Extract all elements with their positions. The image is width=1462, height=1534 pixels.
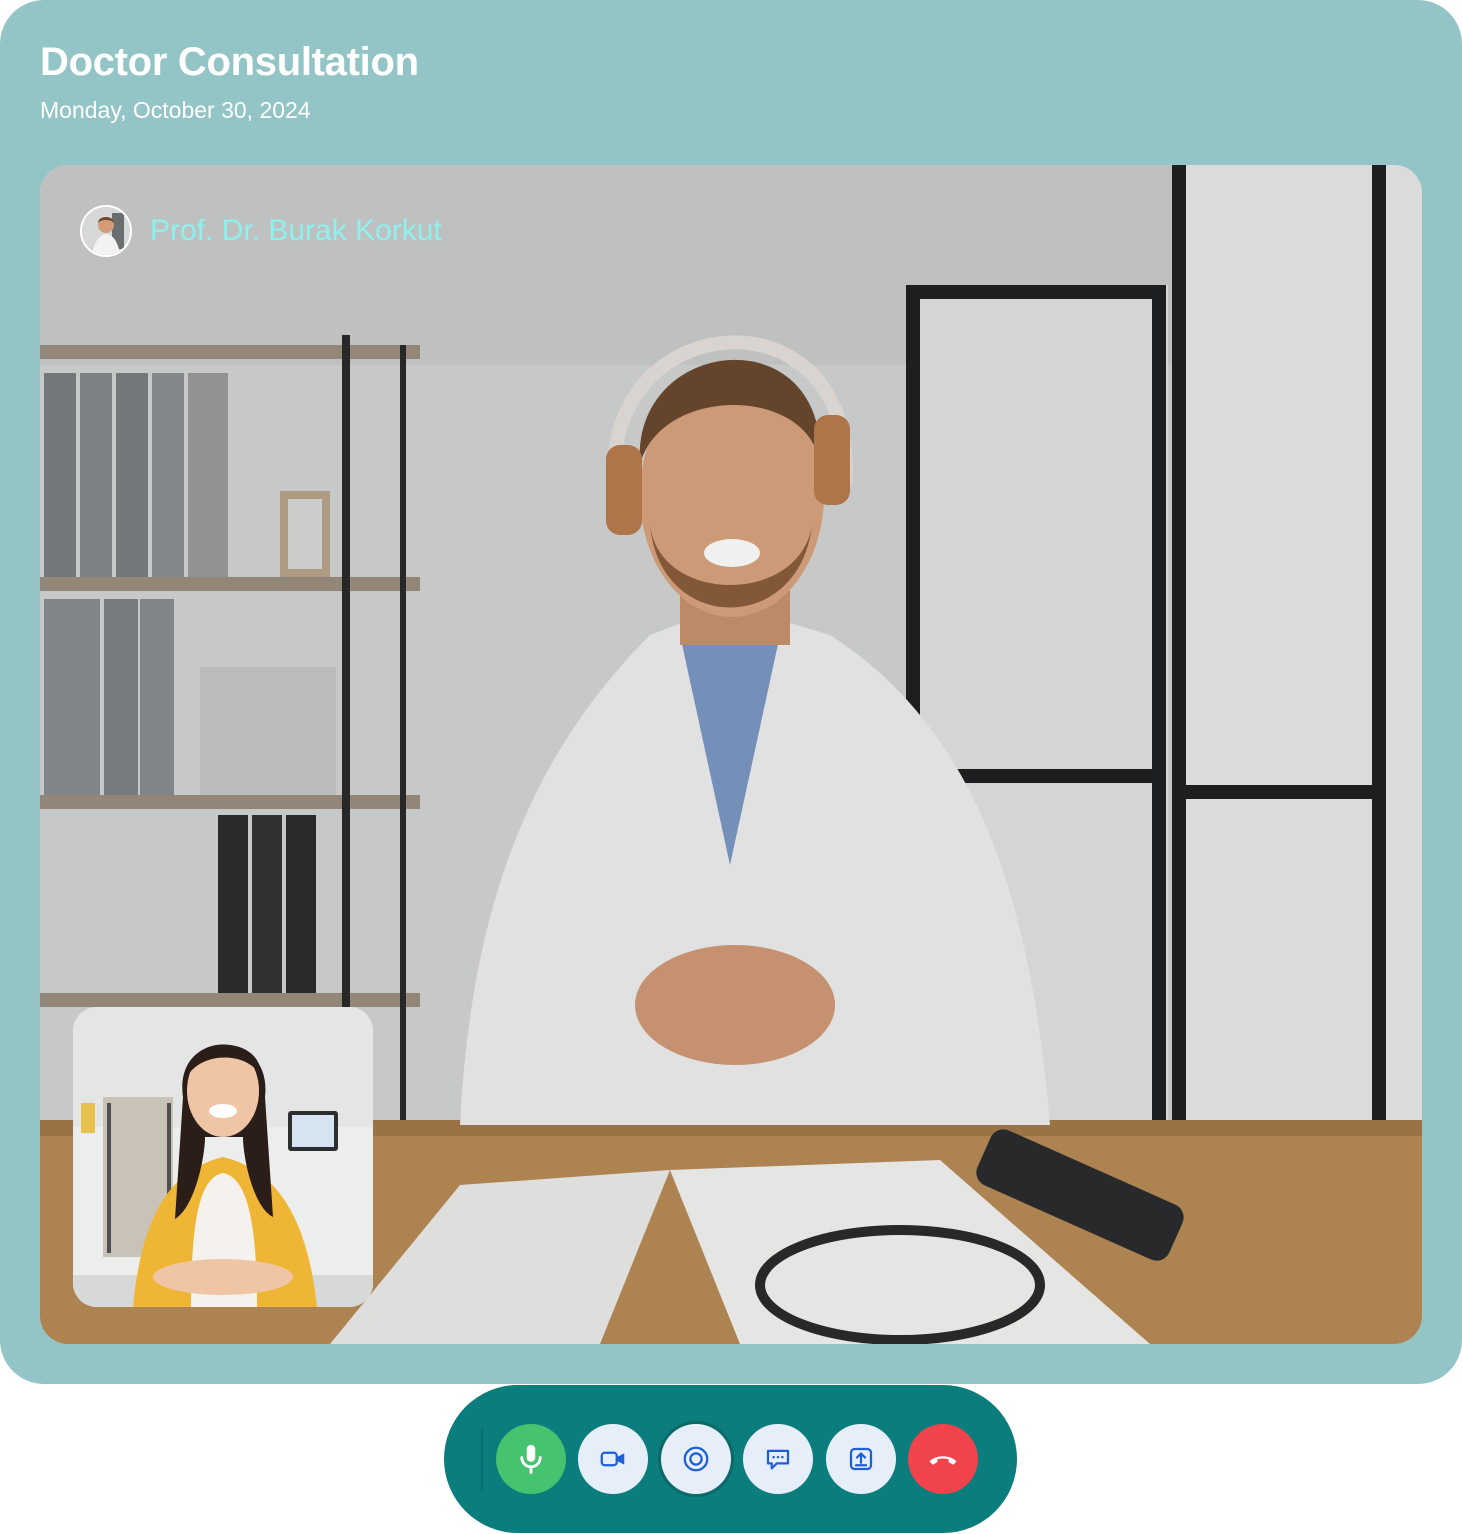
end-call-button[interactable] xyxy=(908,1424,978,1494)
chat-bubble-icon xyxy=(766,1449,790,1470)
caller-info: Prof. Dr. Burak Korkut xyxy=(80,205,442,257)
page-title: Doctor Consultation xyxy=(40,40,419,84)
record-icon xyxy=(683,1446,709,1472)
self-video[interactable] xyxy=(73,1007,373,1307)
video-camera-icon xyxy=(600,1451,625,1467)
call-controls-bar xyxy=(444,1385,1017,1533)
microphone-icon xyxy=(520,1444,542,1474)
share-screen-icon xyxy=(849,1447,873,1471)
chat-button[interactable] xyxy=(743,1424,813,1494)
remote-video: Prof. Dr. Burak Korkut xyxy=(40,165,1422,1344)
consultation-date: Monday, October 30, 2024 xyxy=(40,97,311,123)
self-video-feed xyxy=(73,1007,373,1307)
camera-button[interactable] xyxy=(578,1424,648,1494)
phone-hangup-icon xyxy=(929,1456,957,1465)
microphone-button[interactable] xyxy=(496,1424,566,1494)
caller-avatar xyxy=(80,205,132,257)
controls-divider xyxy=(481,1428,483,1490)
record-button[interactable] xyxy=(661,1424,731,1494)
consultation-card: Doctor Consultation Monday, October 30, … xyxy=(0,0,1462,1384)
caller-name: Prof. Dr. Burak Korkut xyxy=(150,214,442,247)
share-screen-button[interactable] xyxy=(826,1424,896,1494)
